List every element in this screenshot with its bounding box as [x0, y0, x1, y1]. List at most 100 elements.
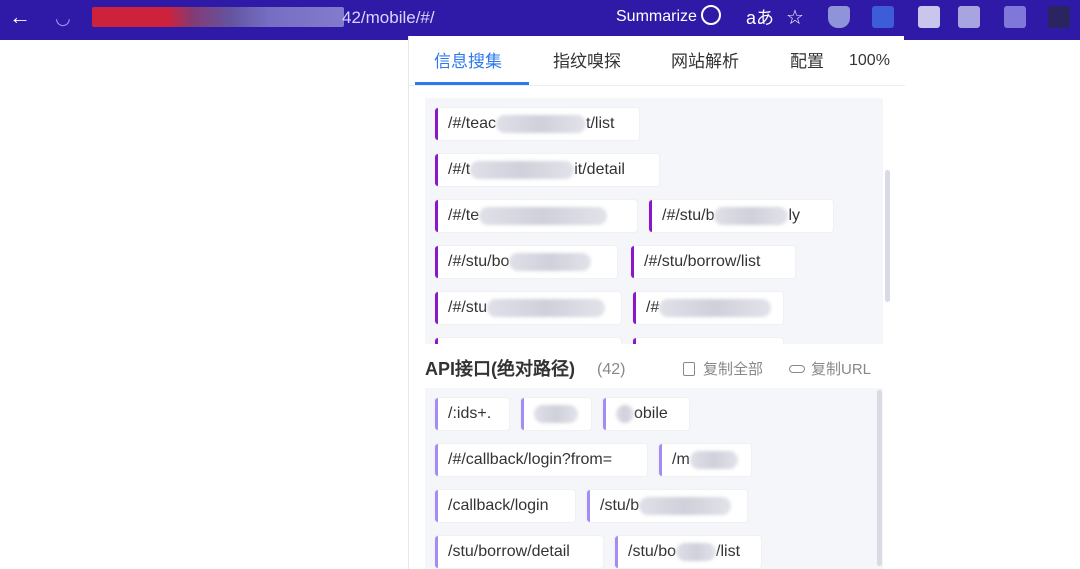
extension-icon[interactable]: [1048, 6, 1070, 28]
api-count: (42): [597, 361, 626, 378]
tab-bar: 信息搜集 指纹嗅探 网站解析 配置 100%: [409, 36, 905, 86]
extension-icon[interactable]: [872, 6, 894, 28]
path-chip[interactable]: /#/teac t/list: [435, 108, 639, 140]
tab-info-collection[interactable]: 信息搜集: [434, 50, 502, 74]
chip-accent-bar: [435, 444, 438, 476]
path-chip[interactable]: [435, 338, 621, 344]
api-text: /stu/borrow/detail: [448, 543, 570, 560]
copy-url-label: 复制URL: [811, 361, 872, 378]
redacted: [509, 252, 592, 271]
extension-icon[interactable]: [958, 6, 980, 28]
path-text: /#/stu/b: [662, 207, 715, 224]
page-content: [0, 40, 408, 569]
redacted: [659, 298, 772, 317]
path-chip[interactable]: [633, 338, 783, 344]
chip-accent-bar: [649, 200, 652, 232]
chip-accent-bar: [435, 200, 438, 232]
path-text: /#/stu: [448, 299, 488, 316]
url-text: 42/mobile/#/: [342, 8, 435, 27]
path-text: /#/t: [448, 161, 471, 178]
tab-site-analysis[interactable]: 网站解析: [671, 50, 739, 74]
api-chip[interactable]: /#/callback/login?from=: [435, 444, 647, 476]
active-tab-indicator: [415, 82, 529, 85]
api-chip[interactable]: /stu/b: [587, 490, 747, 522]
api-text: /#/callback/login?from=: [448, 451, 613, 468]
extension-icon[interactable]: [1004, 6, 1026, 28]
api-chip[interactable]: [521, 398, 591, 430]
summarize-icon: [700, 4, 721, 25]
path-text: /#: [646, 299, 660, 316]
back-arrow-icon[interactable]: ←: [6, 6, 34, 30]
api-section-title: API接口(绝对路径): [425, 359, 575, 379]
chip-accent-bar: [435, 398, 438, 430]
api-text: /callback/login: [448, 497, 549, 514]
path-chip[interactable]: /#: [633, 292, 783, 324]
chip-accent-bar: [631, 246, 634, 278]
zoom-level[interactable]: 100%: [849, 50, 890, 72]
path-chip[interactable]: /#/t it/detail: [435, 154, 659, 186]
extension-shield-icon[interactable]: [828, 6, 850, 28]
summarize-button[interactable]: Summarize: [616, 4, 721, 29]
chip-accent-bar: [435, 490, 438, 522]
path-text: /#/teac: [448, 115, 497, 132]
favorite-star-icon[interactable]: ☆: [782, 6, 808, 30]
chip-accent-bar: [435, 154, 438, 186]
copy-all-label: 复制全部: [703, 361, 764, 378]
api-chip[interactable]: /m: [659, 444, 751, 476]
path-text: /#/stu/borrow/list: [644, 253, 761, 270]
path-list-scrollbar[interactable]: [885, 170, 890, 302]
reload-icon[interactable]: ◡: [50, 6, 76, 30]
redacted: [470, 160, 575, 179]
path-text: it/detail: [574, 161, 625, 178]
path-text: /#/te: [448, 207, 480, 224]
extension-popup: 信息搜集 指纹嗅探 网站解析 配置 100% /#/teac t/list /#/…: [408, 36, 905, 569]
api-chip[interactable]: /callback/login: [435, 490, 575, 522]
path-chip[interactable]: /#/stu/b ly: [649, 200, 833, 232]
read-aloud-icon[interactable]: aあ: [746, 6, 774, 30]
chip-accent-bar: [633, 292, 636, 324]
path-list: /#/teac t/list /#/t it/detail /#/te /#/stu…: [425, 98, 883, 344]
browser-toolbar: ← ◡ 42/mobile/#/ Summarize aあ ☆: [0, 0, 1080, 40]
redacted: [689, 450, 738, 469]
redacted: [496, 114, 587, 133]
chip-accent-bar: [435, 246, 438, 278]
copy-all-button[interactable]: 复制全部: [683, 358, 763, 382]
chip-accent-bar: [587, 490, 590, 522]
path-chip[interactable]: /#/stu/bo: [435, 246, 617, 278]
path-chip[interactable]: /#/te: [435, 200, 637, 232]
api-text: /list: [716, 543, 741, 560]
tab-fingerprint[interactable]: 指纹嗅探: [553, 50, 621, 74]
tab-settings[interactable]: 配置: [790, 50, 824, 74]
copy-icon: [683, 362, 695, 377]
api-chip[interactable]: obile: [603, 398, 689, 430]
api-text: /:ids+.: [448, 405, 492, 422]
chip-accent-bar: [435, 338, 438, 344]
chip-accent-bar: [615, 536, 618, 568]
path-text: ly: [788, 207, 801, 224]
path-chip[interactable]: /#/stu: [435, 292, 621, 324]
chip-accent-bar: [435, 536, 438, 568]
path-chip[interactable]: /#/stu/borrow/list: [631, 246, 795, 278]
chip-accent-bar: [435, 292, 438, 324]
chip-accent-bar: [521, 398, 524, 430]
path-text: t/list: [586, 115, 615, 132]
chip-accent-bar: [659, 444, 662, 476]
redacted: [714, 206, 789, 225]
redacted: [676, 542, 717, 561]
link-icon: [789, 365, 805, 374]
extension-icon[interactable]: [918, 6, 940, 28]
api-section-header: API接口(绝对路径) (42) 复制全部 复制URL: [425, 356, 885, 384]
api-chip[interactable]: /stu/borrow/detail: [435, 536, 603, 568]
redacted: [534, 404, 578, 423]
redacted: [616, 404, 634, 423]
chip-accent-bar: [633, 338, 636, 344]
copy-url-button[interactable]: 复制URL: [789, 358, 871, 382]
api-list-scrollbar[interactable]: [877, 390, 882, 566]
api-chip[interactable]: /stu/bo/list: [615, 536, 761, 568]
api-text: obile: [634, 405, 668, 422]
api-text: /m: [672, 451, 690, 468]
chip-accent-bar: [435, 108, 438, 140]
api-list: /:ids+. obile /#/callback/login?from= /m…: [425, 388, 883, 569]
redacted: [639, 496, 732, 515]
api-chip[interactable]: /:ids+.: [435, 398, 509, 430]
